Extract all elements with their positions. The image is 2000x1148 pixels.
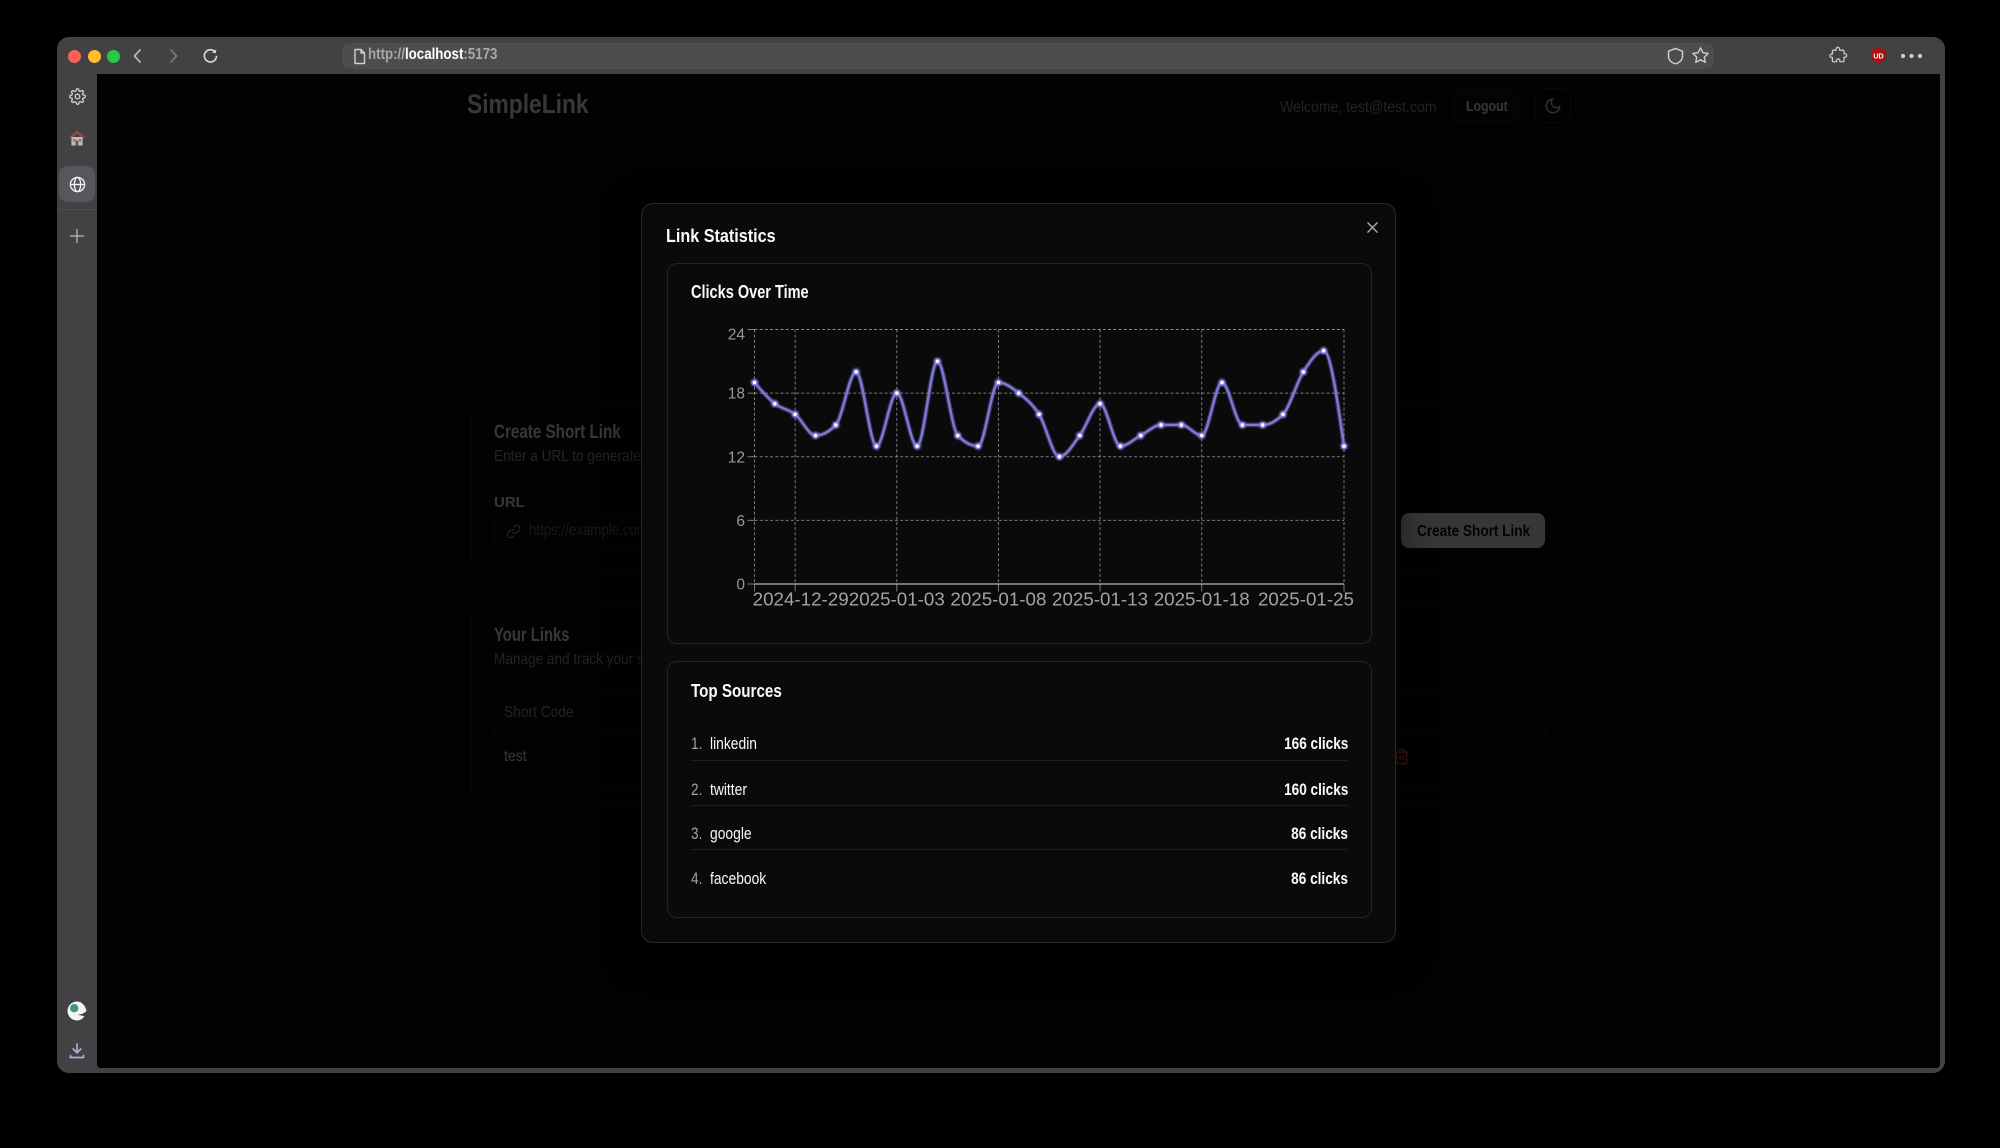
svg-text:18: 18 — [728, 386, 745, 403]
svg-text:12: 12 — [728, 449, 745, 466]
svg-text:2025-01-18: 2025-01-18 — [1154, 590, 1250, 610]
svg-text:2024-12-29: 2024-12-29 — [753, 590, 849, 610]
svg-text:2025-01-25: 2025-01-25 — [1258, 590, 1354, 610]
svg-text:0: 0 — [736, 577, 745, 594]
svg-text:6: 6 — [736, 513, 745, 530]
svg-text:24: 24 — [728, 327, 746, 344]
svg-text:2025-01-13: 2025-01-13 — [1052, 590, 1148, 610]
svg-text:UD: UD — [1873, 52, 1883, 60]
svg-text:2025-01-08: 2025-01-08 — [950, 590, 1046, 610]
svg-text:2025-01-03: 2025-01-03 — [849, 590, 945, 610]
